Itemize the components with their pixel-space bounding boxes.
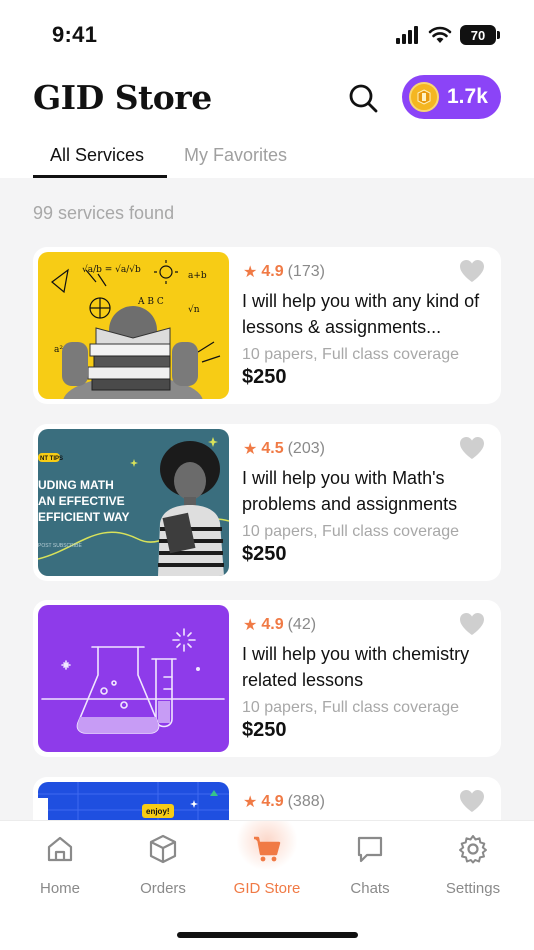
thumb-badge: enjoy!: [146, 807, 170, 816]
service-card[interactable]: √a/b = √a/√b A B C a+b a²-b² √n ★ 4.9 (1…: [33, 247, 501, 404]
tab-my-favorites[interactable]: My Favorites: [184, 145, 287, 166]
svg-text:A B C: A B C: [137, 297, 164, 307]
service-rating: ★ 4.5 (203): [243, 439, 325, 459]
service-rating: ★ 4.9 (388): [243, 792, 325, 812]
service-title: I will help you with any kind of lessons…: [242, 291, 480, 337]
service-price: $250: [242, 543, 287, 565]
review-count: (42): [287, 616, 317, 633]
box-icon: [149, 834, 177, 864]
nav-label: Settings: [445, 880, 501, 897]
service-card[interactable]: ★ 4.9 (42) I will help you with chemistr…: [33, 600, 501, 757]
rating-value: 4.9: [261, 616, 284, 633]
page-title: GID Store: [33, 78, 212, 117]
svg-text:a+b: a+b: [188, 271, 207, 281]
nav-settings[interactable]: Settings: [423, 833, 523, 897]
favorite-heart-icon[interactable]: [459, 259, 485, 283]
home-icon: [47, 836, 73, 862]
star-icon: ★: [243, 617, 258, 634]
search-button[interactable]: [345, 80, 381, 116]
review-count: (388): [287, 793, 325, 810]
favorite-heart-icon[interactable]: [459, 789, 485, 813]
service-thumbnail: [38, 605, 229, 752]
battery-indicator: 70: [460, 25, 500, 45]
service-rating: ★ 4.9 (42): [243, 615, 316, 635]
header-area: 9:41 70 GID Store 1.7k All Services My F…: [0, 0, 534, 178]
review-count: (173): [287, 263, 325, 280]
thumb-line: UDING MATH: [38, 478, 114, 492]
rating-value: 4.9: [261, 263, 284, 280]
svg-text:√a/b = √a/√b: √a/b = √a/√b: [82, 264, 141, 275]
favorite-heart-icon[interactable]: [459, 612, 485, 636]
coin-balance-button[interactable]: 1.7k: [402, 75, 501, 119]
service-price: $250: [242, 719, 287, 741]
status-time: 9:41: [52, 22, 98, 47]
service-details: 10 papers, Full class coverage: [242, 523, 459, 540]
nav-chats[interactable]: Chats: [320, 833, 420, 897]
coin-amount: 1.7k: [447, 85, 488, 108]
wifi-icon: [428, 26, 452, 43]
service-title: I will help you with Math's problems and…: [242, 468, 458, 514]
service-rating: ★ 4.9 (173): [243, 262, 325, 282]
nav-label: Home: [39, 880, 80, 897]
thumb-tag: NT TIPS: [40, 456, 63, 462]
favorite-heart-icon[interactable]: [459, 436, 485, 460]
rating-value: 4.9: [261, 793, 284, 810]
thumb-line: AN EFFECTIVE: [38, 494, 125, 508]
nav-home[interactable]: Home: [10, 833, 110, 897]
tab-all-services[interactable]: All Services: [50, 145, 144, 166]
gear-icon: [459, 835, 487, 864]
nav-label: GID Store: [233, 880, 301, 897]
bottom-navigation: Home Orders GID Store Chats Settings: [0, 820, 534, 950]
service-card[interactable]: NT TIPS UDING MATH AN EFFECTIVE EFFICIEN…: [33, 424, 501, 581]
star-icon: ★: [243, 794, 258, 811]
star-icon: ★: [243, 264, 258, 281]
coin-icon: [409, 82, 439, 112]
service-title: I will help you with chemistry related l…: [242, 644, 470, 690]
home-indicator: [177, 932, 358, 938]
svg-text:√n: √n: [188, 304, 200, 315]
service-details: 10 papers, Full class coverage: [242, 346, 459, 363]
chat-icon: [357, 836, 383, 863]
nav-gid-store[interactable]: GID Store: [217, 833, 317, 897]
status-icons: 70: [396, 24, 500, 46]
service-price: $250: [242, 366, 287, 388]
active-tab-indicator: [33, 175, 167, 178]
thumb-line: EFFICIENT WAY: [38, 510, 130, 524]
battery-level: 70: [470, 27, 486, 43]
search-icon: [349, 84, 378, 113]
rating-value: 4.5: [261, 440, 284, 457]
nav-orders[interactable]: Orders: [113, 833, 213, 897]
thumb-small-text: POST SUBSCRIBE: [38, 543, 82, 549]
nav-label: Orders: [140, 880, 186, 897]
service-thumbnail: NT TIPS UDING MATH AN EFFECTIVE EFFICIEN…: [38, 429, 229, 576]
nav-label: Chats: [350, 880, 390, 897]
results-count: 99 services found: [33, 203, 175, 223]
signal-icon: [396, 26, 418, 44]
review-count: (203): [287, 440, 325, 457]
service-details: 10 papers, Full class coverage: [242, 699, 459, 716]
star-icon: ★: [243, 441, 258, 458]
cart-icon: [254, 836, 281, 862]
service-thumbnail: √a/b = √a/√b A B C a+b a²-b² √n: [38, 252, 229, 399]
